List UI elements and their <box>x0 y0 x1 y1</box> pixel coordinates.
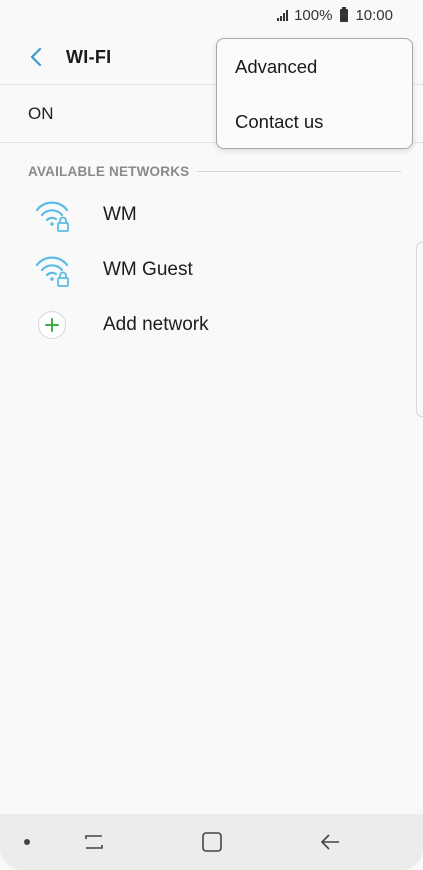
dot-icon <box>24 839 30 845</box>
chevron-left-icon <box>30 47 42 67</box>
overflow-menu: Advanced Contact us <box>216 38 413 149</box>
wifi-locked-icon <box>28 191 76 239</box>
nav-dot-button[interactable] <box>14 814 40 870</box>
add-network-label: Add network <box>103 314 209 335</box>
menu-item-contact-us[interactable]: Contact us <box>217 94 412 149</box>
status-bar: 100% 10:00 <box>0 0 423 30</box>
signal-icon <box>277 9 289 21</box>
menu-item-advanced[interactable]: Advanced <box>217 39 412 94</box>
wifi-locked-icon <box>28 246 76 294</box>
menu-item-label: Advanced <box>235 55 318 77</box>
battery-icon <box>340 6 349 22</box>
network-item-wm[interactable]: WM <box>0 188 423 242</box>
network-name: WM Guest <box>103 259 193 280</box>
add-network-icon-wrap <box>28 301 76 349</box>
back-button[interactable] <box>14 35 58 79</box>
recents-button[interactable] <box>70 814 118 870</box>
network-name: WM <box>103 204 137 225</box>
section-label: AVAILABLE NETWORKS <box>28 163 190 179</box>
menu-item-label: Contact us <box>235 110 324 132</box>
navigation-bar <box>0 814 423 870</box>
plus-icon <box>38 311 66 339</box>
add-network-item[interactable]: Add network <box>0 298 423 352</box>
recents-icon <box>85 835 103 849</box>
home-button[interactable] <box>188 814 236 870</box>
page-title: WI-FI <box>66 46 112 67</box>
section-header: AVAILABLE NETWORKS <box>28 160 401 182</box>
clock: 10:00 <box>355 6 393 24</box>
network-item-wm-guest[interactable]: WM Guest <box>0 243 423 297</box>
section-divider <box>197 170 401 172</box>
scroll-indicator[interactable] <box>416 242 423 417</box>
screen: 100% 10:00 WI-FI ON AVAILABLE NETWORKS W… <box>0 0 423 870</box>
battery-percentage: 100% <box>294 6 333 24</box>
wifi-toggle-label: ON <box>28 103 54 123</box>
back-arrow-icon <box>320 834 339 850</box>
home-icon <box>202 832 222 852</box>
system-back-button[interactable] <box>306 814 354 870</box>
